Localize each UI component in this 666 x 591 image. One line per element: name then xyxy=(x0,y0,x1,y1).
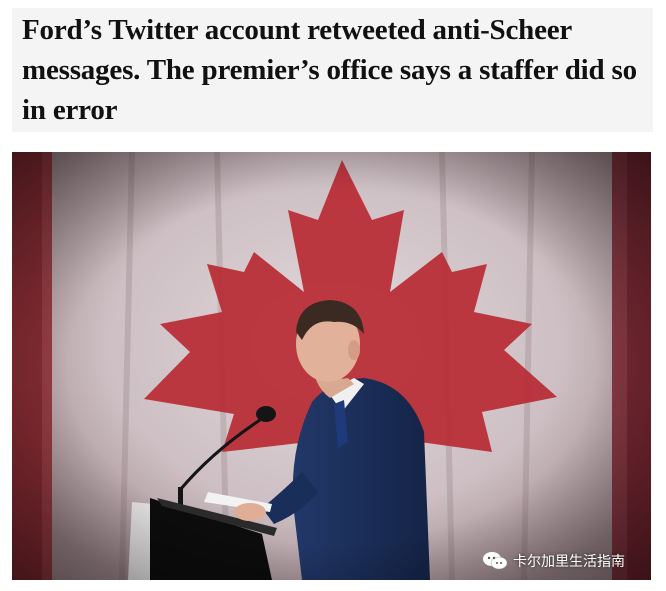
watermark-label: 卡尔加里生活指南 xyxy=(513,554,625,570)
photo-illustration xyxy=(12,152,651,580)
headline-container: Ford’s Twitter account retweeted anti-Sc… xyxy=(12,8,653,132)
wechat-icon xyxy=(482,551,508,571)
article-headline[interactable]: Ford’s Twitter account retweeted anti-Sc… xyxy=(22,10,647,130)
watermark: 卡尔加里生活指南 xyxy=(482,550,625,572)
article-photo[interactable] xyxy=(12,152,651,580)
